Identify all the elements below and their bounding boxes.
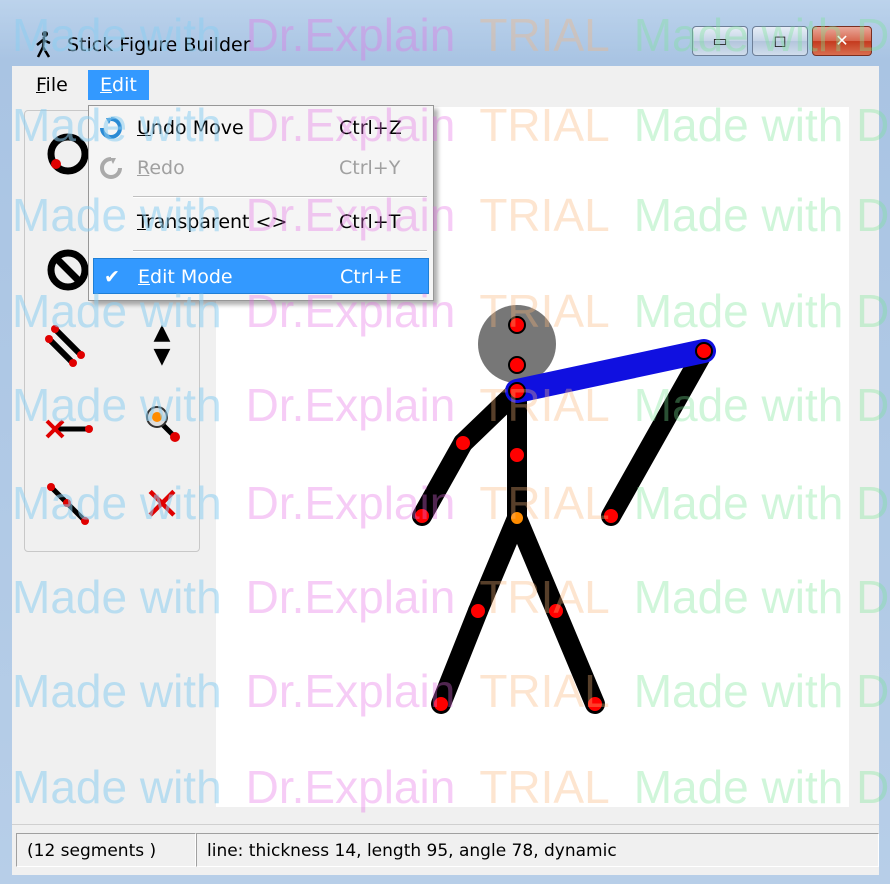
status-line-info: line: thickness 14, length 95, angle 78,… bbox=[196, 833, 879, 867]
menu-separator bbox=[133, 250, 427, 252]
move-joint-tool-icon[interactable] bbox=[137, 397, 187, 447]
status-bar: (12 segments ) line: thickness 14, lengt… bbox=[12, 824, 879, 875]
left-shin-segment[interactable] bbox=[431, 601, 488, 714]
menu-item-label: Transparent <> bbox=[137, 204, 287, 240]
minimize-icon: ▭ bbox=[712, 31, 728, 50]
menu-edit-label: dit bbox=[112, 74, 137, 96]
checkmark-icon: ✔ bbox=[104, 266, 120, 288]
joint-right-knee[interactable] bbox=[547, 602, 565, 620]
arrow-up-icon: ▲ bbox=[153, 320, 171, 345]
menu-bar: File Edit bbox=[12, 66, 879, 104]
label-hotkey: T bbox=[137, 211, 146, 233]
add-joint-line-tool-icon[interactable] bbox=[43, 479, 93, 529]
move-up-down-tool-icon[interactable]: ▲ ▼ bbox=[137, 321, 187, 371]
label-rest: edo bbox=[149, 157, 185, 179]
app-window: Stick Figure Builder ▭ ◻ ✕ File Edit ▲ ▼… bbox=[0, 0, 890, 884]
close-icon: ✕ bbox=[835, 31, 849, 50]
joint-head-center[interactable] bbox=[508, 356, 526, 374]
joint-left-hand[interactable] bbox=[413, 507, 431, 525]
delete-circle-tool-icon[interactable] bbox=[43, 245, 93, 295]
detach-line-tool-icon[interactable] bbox=[43, 403, 93, 453]
menu-file-label: ile bbox=[45, 74, 68, 96]
menu-item-transparent[interactable]: Transparent <> Ctrl+T bbox=[93, 204, 429, 240]
delete-tool-icon[interactable]: ✕ bbox=[137, 479, 187, 529]
arrow-down-icon: ▼ bbox=[153, 344, 171, 369]
joint-hip-center[interactable] bbox=[509, 510, 525, 526]
menu-edit[interactable]: Edit bbox=[88, 70, 149, 100]
undo-icon bbox=[100, 117, 122, 139]
redo-icon bbox=[100, 157, 122, 179]
menu-item-redo[interactable]: Redo Ctrl+Y bbox=[93, 150, 429, 186]
joint-head-top[interactable] bbox=[508, 316, 526, 334]
menu-file-hotkey: F bbox=[36, 74, 46, 96]
add-circle-tool-icon[interactable] bbox=[43, 129, 93, 179]
label-hotkey: U bbox=[137, 117, 151, 139]
right-shin-segment[interactable] bbox=[546, 601, 605, 714]
joint-left-foot[interactable] bbox=[432, 695, 450, 713]
menu-item-label: Undo Move bbox=[137, 110, 244, 146]
edit-dropdown-menu: Undo Move Ctrl+Z Redo Ctrl+Y Transparent… bbox=[88, 105, 434, 301]
left-forearm-segment[interactable] bbox=[412, 433, 473, 526]
label-rest: dit Mode bbox=[150, 266, 233, 288]
window-title: Stick Figure Builder bbox=[67, 34, 251, 56]
stick-figure-app-icon bbox=[36, 31, 51, 58]
joint-left-knee[interactable] bbox=[469, 602, 487, 620]
joint-right-elbow[interactable] bbox=[695, 342, 713, 360]
joint-right-foot[interactable] bbox=[586, 695, 604, 713]
menu-file[interactable]: File bbox=[24, 70, 80, 100]
maximize-button[interactable]: ◻ bbox=[752, 26, 808, 56]
menu-item-edit-mode[interactable]: ✔ Edit Mode Ctrl+E bbox=[93, 258, 429, 294]
maximize-icon: ◻ bbox=[773, 31, 787, 50]
menu-item-shortcut: Ctrl+Y bbox=[339, 157, 401, 179]
joint-right-hand[interactable] bbox=[602, 507, 620, 525]
menu-item-shortcut: Ctrl+E bbox=[340, 266, 402, 288]
joint-neck[interactable] bbox=[508, 382, 526, 400]
title-bar[interactable]: Stick Figure Builder ▭ ◻ ✕ bbox=[0, 0, 890, 66]
right-thigh-segment[interactable] bbox=[507, 508, 566, 621]
add-line-tool-icon[interactable] bbox=[43, 321, 93, 371]
minimize-button[interactable]: ▭ bbox=[692, 26, 748, 56]
label-hotkey: R bbox=[137, 157, 150, 179]
menu-edit-hotkey: E bbox=[100, 74, 113, 96]
status-segment-count: (12 segments ) bbox=[16, 833, 196, 867]
menu-item-shortcut: Ctrl+Z bbox=[339, 117, 402, 139]
joint-chest[interactable] bbox=[508, 446, 526, 464]
label-hotkey: E bbox=[138, 266, 151, 288]
left-thigh-segment[interactable] bbox=[468, 508, 527, 621]
joint-left-elbow[interactable] bbox=[454, 434, 472, 452]
menu-item-undo-move[interactable]: Undo Move Ctrl+Z bbox=[93, 110, 429, 146]
menu-item-label: Edit Mode bbox=[138, 259, 233, 295]
label-rest: ransparent <> bbox=[145, 211, 288, 233]
menu-item-label: Redo bbox=[137, 150, 185, 186]
menu-item-shortcut: Ctrl+T bbox=[339, 211, 401, 233]
label-rest: ndo Move bbox=[150, 117, 244, 139]
menu-separator bbox=[133, 196, 427, 198]
close-button[interactable]: ✕ bbox=[812, 26, 872, 56]
